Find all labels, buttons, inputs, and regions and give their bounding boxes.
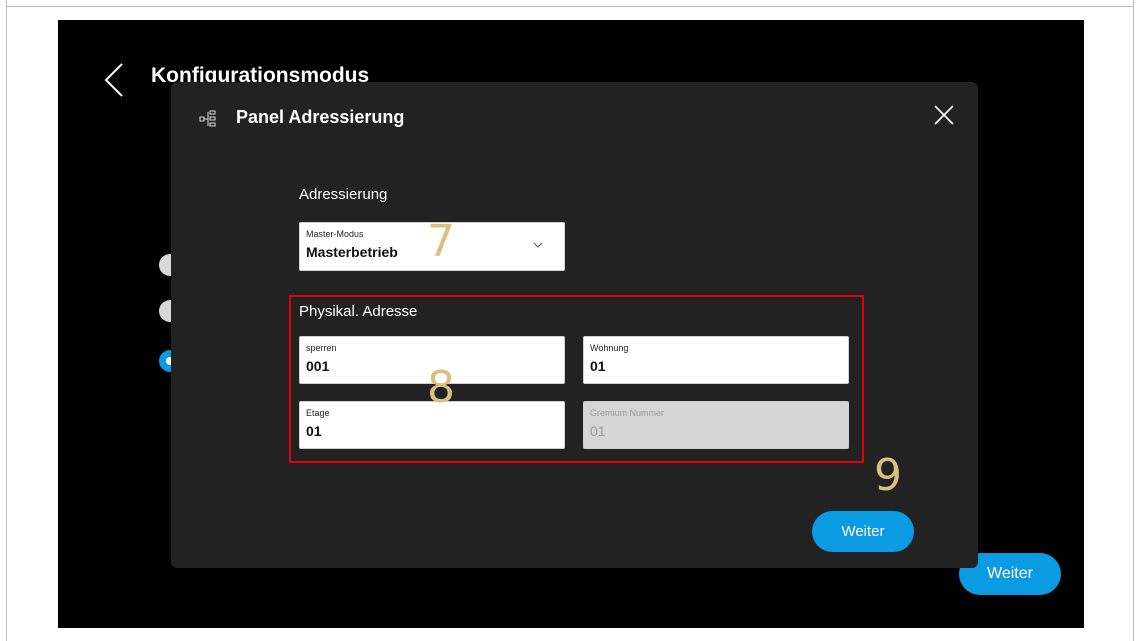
wohnung-field[interactable]: Wohnung 01 <box>583 336 849 384</box>
device-screen: Konfigurationsmodus Weiter Panel Adressi… <box>58 20 1084 628</box>
dialog-title: Panel Adressierung <box>236 107 405 127</box>
gremium-value: 01 <box>590 423 606 439</box>
etage-label: Etage <box>306 408 330 418</box>
chevron-left-icon <box>104 63 123 97</box>
panel-addressing-dialog: Panel Adressierung Adressierung Master-M… <box>171 82 978 568</box>
back-button[interactable] <box>102 62 126 98</box>
weiter-button[interactable]: Weiter <box>812 511 914 552</box>
gremium-number-field: Gremium Nummer 01 <box>583 401 849 449</box>
wohnung-label: Wohnung <box>590 343 629 353</box>
sperren-value: 001 <box>306 358 330 374</box>
annotation-marker-7: 7 <box>427 216 455 267</box>
physical-address-heading: Physikal. Adresse <box>299 303 418 320</box>
addressing-heading: Adressierung <box>299 186 388 203</box>
annotation-marker-9: 9 <box>874 450 902 501</box>
network-tree-icon <box>199 110 216 127</box>
etage-value: 01 <box>306 423 322 439</box>
frame-border-top <box>6 6 1134 7</box>
master-mode-value: Masterbetrieb <box>306 244 398 260</box>
gremium-label: Gremium Nummer <box>590 408 665 418</box>
wohnung-value: 01 <box>590 358 606 374</box>
frame-border-right <box>1133 0 1134 641</box>
chevron-down-icon <box>533 242 543 248</box>
annotation-marker-8: 8 <box>427 362 455 413</box>
master-mode-label: Master-Modus <box>306 229 364 239</box>
frame-border-left <box>6 0 7 641</box>
sperren-label: sperren <box>306 343 337 353</box>
close-icon[interactable] <box>933 104 955 126</box>
